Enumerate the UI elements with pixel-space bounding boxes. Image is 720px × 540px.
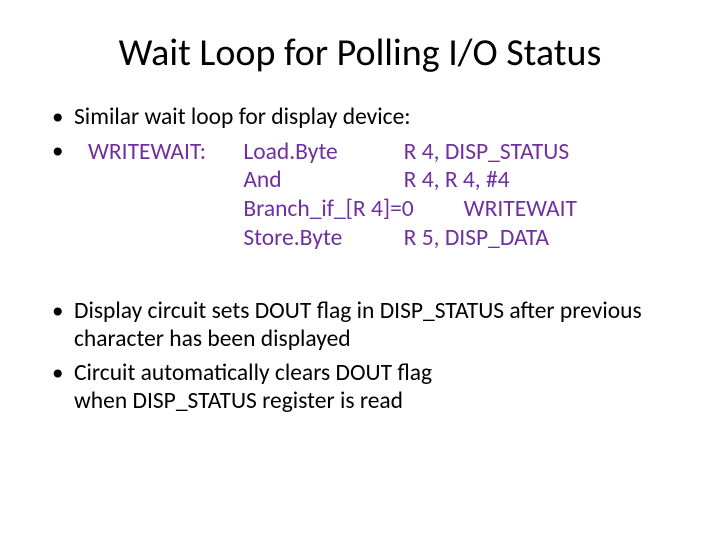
bullet-list: Similar wait loop for display device: WR… (48, 104, 672, 252)
slide: Wait Loop for Polling I/O Status Similar… (0, 0, 720, 540)
code-row: WRITEWAIT: Load.Byte R 4, DISP_STATUS (88, 138, 672, 167)
code-op: And (243, 166, 398, 195)
bullet-item: Similar wait loop for display device: (48, 104, 672, 132)
code-row: Store.Byte R 5, DISP_DATA (88, 224, 672, 253)
bullet-text: Display circuit sets DOUT flag in DISP_S… (74, 297, 642, 353)
code-arg: WRITEWAIT (464, 195, 577, 224)
bullet-item: Display circuit sets DOUT flag in DISP_S… (48, 298, 672, 353)
code-block: WRITEWAIT: Load.Byte R 4, DISP_STATUS An… (88, 138, 672, 253)
code-arg: R 4, R 4, #4 (404, 166, 510, 195)
code-op: Load.Byte (243, 138, 398, 167)
bullet-list-2: Display circuit sets DOUT flag in DISP_S… (48, 298, 672, 415)
slide-title: Wait Loop for Polling I/O Status (48, 30, 672, 76)
code-op: Branch_if_[R 4]=0 (243, 195, 458, 224)
code-row: And R 4, R 4, #4 (88, 166, 672, 195)
bullet-item: Circuit automatically clears DOUT flag w… (48, 360, 672, 415)
code-label: WRITEWAIT: (88, 138, 238, 167)
spacer (48, 258, 672, 298)
bullet-item-code: WRITEWAIT: Load.Byte R 4, DISP_STATUS An… (48, 138, 672, 253)
bullet-text-line2: when DISP_STATUS register is read (74, 387, 403, 415)
bullet-text: Similar wait loop for display device: (74, 103, 411, 131)
bullet-text: Circuit automatically clears DOUT flag (74, 359, 432, 387)
code-op: Store.Byte (243, 224, 398, 253)
code-arg: R 4, DISP_STATUS (404, 138, 570, 167)
code-row: Branch_if_[R 4]=0 WRITEWAIT (88, 195, 672, 224)
code-arg: R 5, DISP_DATA (404, 224, 549, 253)
